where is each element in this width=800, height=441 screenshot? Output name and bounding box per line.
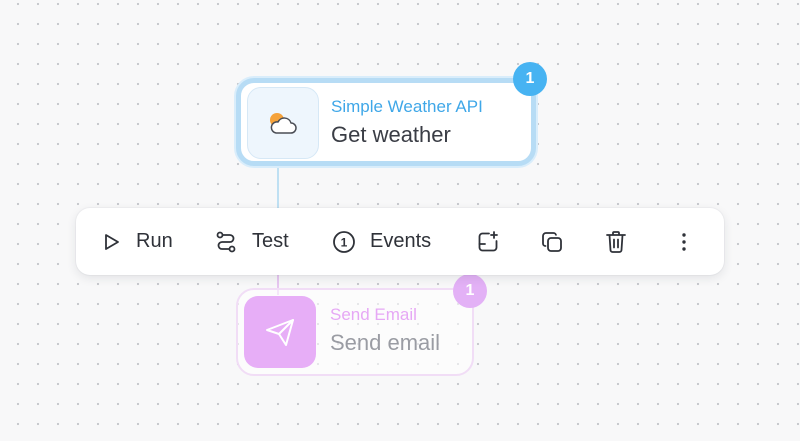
run-label: Run: [136, 230, 173, 252]
partly-cloudy-icon: [270, 113, 297, 134]
node-action-name: Send email: [330, 330, 441, 355]
node-count-badge: 1: [453, 274, 487, 308]
node-icon-tile: [247, 87, 319, 159]
play-icon: [105, 233, 119, 250]
events-count: 1: [341, 235, 348, 249]
more-options-button[interactable]: [674, 208, 694, 275]
node-icon-tile: [244, 296, 316, 368]
add-step-icon: [478, 230, 498, 251]
events-button[interactable]: 1 Events: [332, 208, 431, 275]
node-simple-weather-api[interactable]: Simple Weather API Get weather: [236, 78, 536, 166]
route-icon: [216, 231, 236, 252]
trash-icon: [606, 230, 626, 253]
duplicate-icon: [542, 231, 562, 252]
node-text: Send Email Send email: [330, 305, 440, 358]
node-action-name: Get weather: [331, 122, 451, 147]
node-count-badge: 1: [513, 62, 547, 96]
node-toolbar: Run Test 1 Events: [76, 208, 724, 275]
more-vertical-icon: [682, 232, 686, 251]
delete-button[interactable]: [605, 208, 627, 275]
paper-plane-icon: [266, 319, 294, 346]
run-button[interactable]: Run: [100, 208, 173, 275]
duplicate-button[interactable]: [540, 208, 564, 275]
workflow-canvas[interactable]: Simple Weather API Get weather 1 Send Em…: [0, 0, 800, 441]
node-app-name: Simple Weather API: [331, 97, 483, 116]
node-send-email[interactable]: Send Email Send email: [236, 288, 474, 376]
node-app-name: Send Email: [330, 305, 417, 324]
add-step-button[interactable]: [476, 208, 500, 275]
node-text: Simple Weather API Get weather: [331, 97, 483, 150]
test-label: Test: [252, 230, 289, 252]
events-count-icon: 1: [333, 230, 355, 253]
test-button[interactable]: Test: [214, 208, 289, 275]
events-label: Events: [370, 230, 432, 252]
